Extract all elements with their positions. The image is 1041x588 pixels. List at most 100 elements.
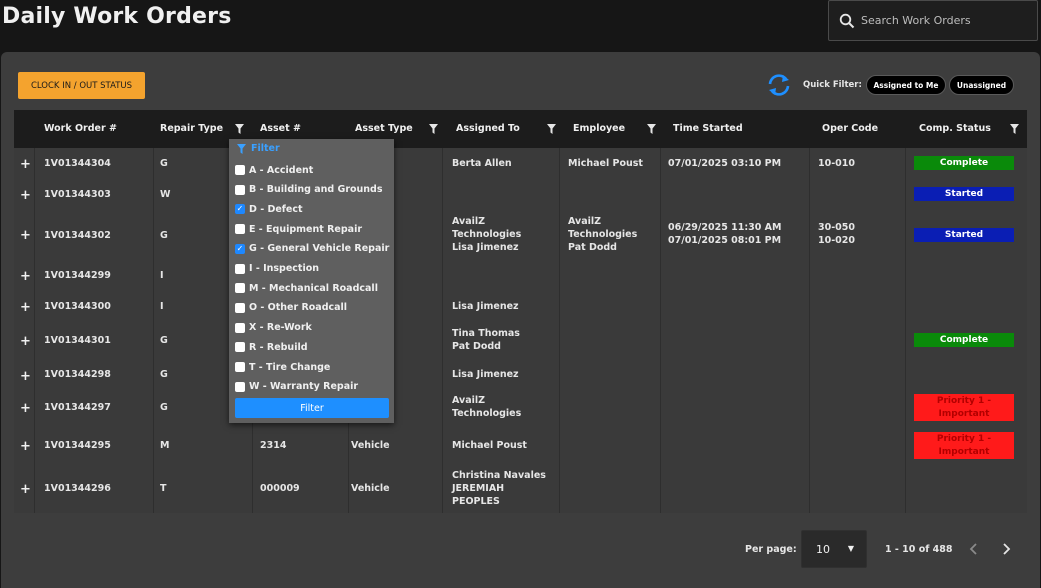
checkbox-icon[interactable]	[235, 224, 245, 235]
work-order-number[interactable]: 1V01344302	[44, 229, 111, 242]
checkbox-checked-icon[interactable]	[235, 204, 245, 215]
search-input[interactable]	[861, 14, 1031, 27]
repair-type: T	[160, 483, 167, 494]
work-order-number[interactable]: 1V01344304	[44, 157, 111, 170]
filter-option-label: B - Building and Grounds	[249, 184, 383, 196]
expand-row-plus-icon[interactable]: +	[20, 401, 31, 416]
repair-type-filter-icon[interactable]	[235, 124, 244, 134]
filter-option[interactable]: I - Inspection	[235, 262, 319, 276]
checkbox-icon[interactable]	[235, 165, 245, 175]
assigned-to: JEREMIAH	[452, 483, 505, 494]
assigned-to-me-button[interactable]: Assigned to Me	[866, 75, 946, 95]
filter-option[interactable]: W - Warranty Repair	[235, 380, 358, 394]
filter-option[interactable]: T - Tire Change	[235, 360, 330, 374]
table-row[interactable]: + 1V01344299 I	[14, 260, 1027, 291]
work-order-number[interactable]: 1V01344295	[44, 439, 111, 452]
checkbox-icon[interactable]	[235, 381, 245, 392]
filter-option[interactable]: G - General Vehicle Repair	[235, 242, 389, 256]
col-repair-type[interactable]: Repair Type	[160, 123, 223, 134]
expand-row-plus-icon[interactable]: +	[20, 334, 31, 349]
checkbox-icon[interactable]	[235, 302, 245, 313]
filter-option[interactable]: O - Other Roadcall	[235, 301, 347, 315]
filter-option[interactable]: R - Rebuild	[235, 340, 308, 354]
table-row[interactable]: + 1V01344301 G Tina Thomas Pat Dodd Comp…	[14, 321, 1027, 361]
assigned-to: Lisa Jimenez	[452, 369, 519, 380]
filter-option-label: M - Mechanical Roadcall	[249, 282, 378, 294]
status-badge: Started	[914, 228, 1014, 242]
filter-option-label: E - Equipment Repair	[249, 223, 363, 235]
work-order-number[interactable]: 1V01344297	[44, 401, 111, 414]
work-order-number[interactable]: 1V01344300	[44, 300, 111, 313]
assigned-to-filter-icon[interactable]	[547, 124, 556, 134]
col-comp-status[interactable]: Comp. Status	[919, 123, 991, 134]
table-row[interactable]: + 1V01344298 G Lisa Jimenez	[14, 361, 1027, 389]
per-page-value: 10	[816, 542, 830, 556]
expand-row-plus-icon[interactable]: +	[20, 228, 31, 243]
filter-option[interactable]: D - Defect	[235, 202, 303, 216]
unassigned-button[interactable]: Unassigned	[949, 75, 1014, 95]
col-asset[interactable]: Asset #	[260, 123, 301, 134]
work-order-number[interactable]: 1V01344303	[44, 188, 111, 201]
status-badge: Complete	[914, 156, 1014, 170]
expand-row-plus-icon[interactable]: +	[20, 439, 31, 454]
table-row[interactable]: + 1V01344300 I Lisa Jimenez	[14, 291, 1027, 321]
checkbox-icon[interactable]	[235, 263, 245, 274]
assigned-to: PEOPLES	[452, 496, 500, 507]
work-orders-table: Work Order # Repair Type Asset # Asset T…	[14, 110, 1027, 513]
asset-number: 2314	[260, 440, 287, 451]
col-employee[interactable]: Employee	[573, 123, 625, 134]
employee-filter-icon[interactable]	[647, 124, 656, 134]
clock-in-out-button[interactable]: CLOCK IN / OUT STATUS	[18, 72, 145, 99]
col-time-started[interactable]: Time Started	[673, 123, 743, 134]
filter-option[interactable]: X - Re-Work	[235, 321, 312, 335]
chevron-left-icon[interactable]	[966, 540, 982, 558]
expand-row-plus-icon[interactable]: +	[20, 269, 31, 284]
checkbox-icon[interactable]	[235, 322, 245, 333]
table-row[interactable]: + 1V01344302 G AvailZ Technologies Lisa …	[14, 210, 1027, 260]
filter-option[interactable]: M - Mechanical Roadcall	[235, 281, 378, 295]
work-order-number[interactable]: 1V01344301	[44, 334, 111, 347]
checkbox-icon[interactable]	[235, 283, 245, 294]
work-order-number[interactable]: 1V01344298	[44, 368, 111, 381]
filter-option[interactable]: B - Building and Grounds	[235, 183, 383, 197]
refresh-icon[interactable]	[766, 72, 792, 98]
employee: Michael Poust	[568, 158, 643, 169]
table-header: Work Order # Repair Type Asset # Asset T…	[14, 110, 1027, 148]
expand-row-plus-icon[interactable]: +	[20, 369, 31, 384]
expand-row-plus-icon[interactable]: +	[20, 482, 31, 497]
col-work-order[interactable]: Work Order #	[44, 123, 117, 134]
expand-row-plus-icon[interactable]: +	[20, 300, 31, 315]
table-row[interactable]: + 1V01344296 T 000009 Vehicle Christina …	[14, 463, 1027, 513]
comp-status-filter-icon[interactable]	[1010, 124, 1019, 134]
status-badge: Priority 1 - Important	[914, 432, 1014, 459]
filter-option-label: I - Inspection	[249, 263, 320, 274]
filter-option[interactable]: E - Equipment Repair	[235, 222, 362, 236]
checkbox-icon[interactable]	[235, 184, 245, 195]
table-row[interactable]: + 1V01344295 M 2314 Vehicle Michael Pous…	[14, 429, 1027, 463]
col-oper-code[interactable]: Oper Code	[822, 123, 878, 134]
work-order-number[interactable]: 1V01344299	[44, 269, 111, 282]
filter-option[interactable]: A - Accident	[235, 163, 313, 177]
time-started: 06/29/2025 11:30 AM	[668, 222, 782, 233]
checkbox-checked-icon[interactable]	[235, 243, 245, 254]
per-page-select[interactable]: 10 ▼	[801, 530, 867, 568]
work-order-number[interactable]: 1V01344296	[44, 482, 111, 495]
checkbox-icon[interactable]	[235, 342, 245, 353]
table-row[interactable]: + 1V01344303 W Started	[14, 178, 1027, 210]
filter-option-label: D - Defect	[249, 203, 303, 215]
col-asset-type[interactable]: Asset Type	[355, 123, 413, 134]
apply-filter-button[interactable]: Filter	[235, 398, 389, 418]
chevron-right-icon[interactable]	[998, 540, 1014, 558]
search-box[interactable]	[828, 0, 1038, 41]
table-row[interactable]: + 1V01344304 G Berta Allen Michael Poust…	[14, 148, 1027, 178]
expand-row-plus-icon[interactable]: +	[20, 157, 31, 172]
filter-option-label: G - General Vehicle Repair	[249, 243, 390, 255]
filter-option-label: A - Accident	[249, 164, 314, 176]
table-row[interactable]: + 1V01344297 G AvailZ Technologies Prior…	[14, 389, 1027, 429]
assigned-to: Lisa Jimenez	[452, 242, 519, 253]
repair-type: I	[160, 270, 164, 281]
expand-row-plus-icon[interactable]: +	[20, 188, 31, 203]
col-assigned-to[interactable]: Assigned To	[456, 123, 520, 134]
checkbox-icon[interactable]	[235, 362, 245, 372]
asset-type-filter-icon[interactable]	[429, 124, 438, 134]
